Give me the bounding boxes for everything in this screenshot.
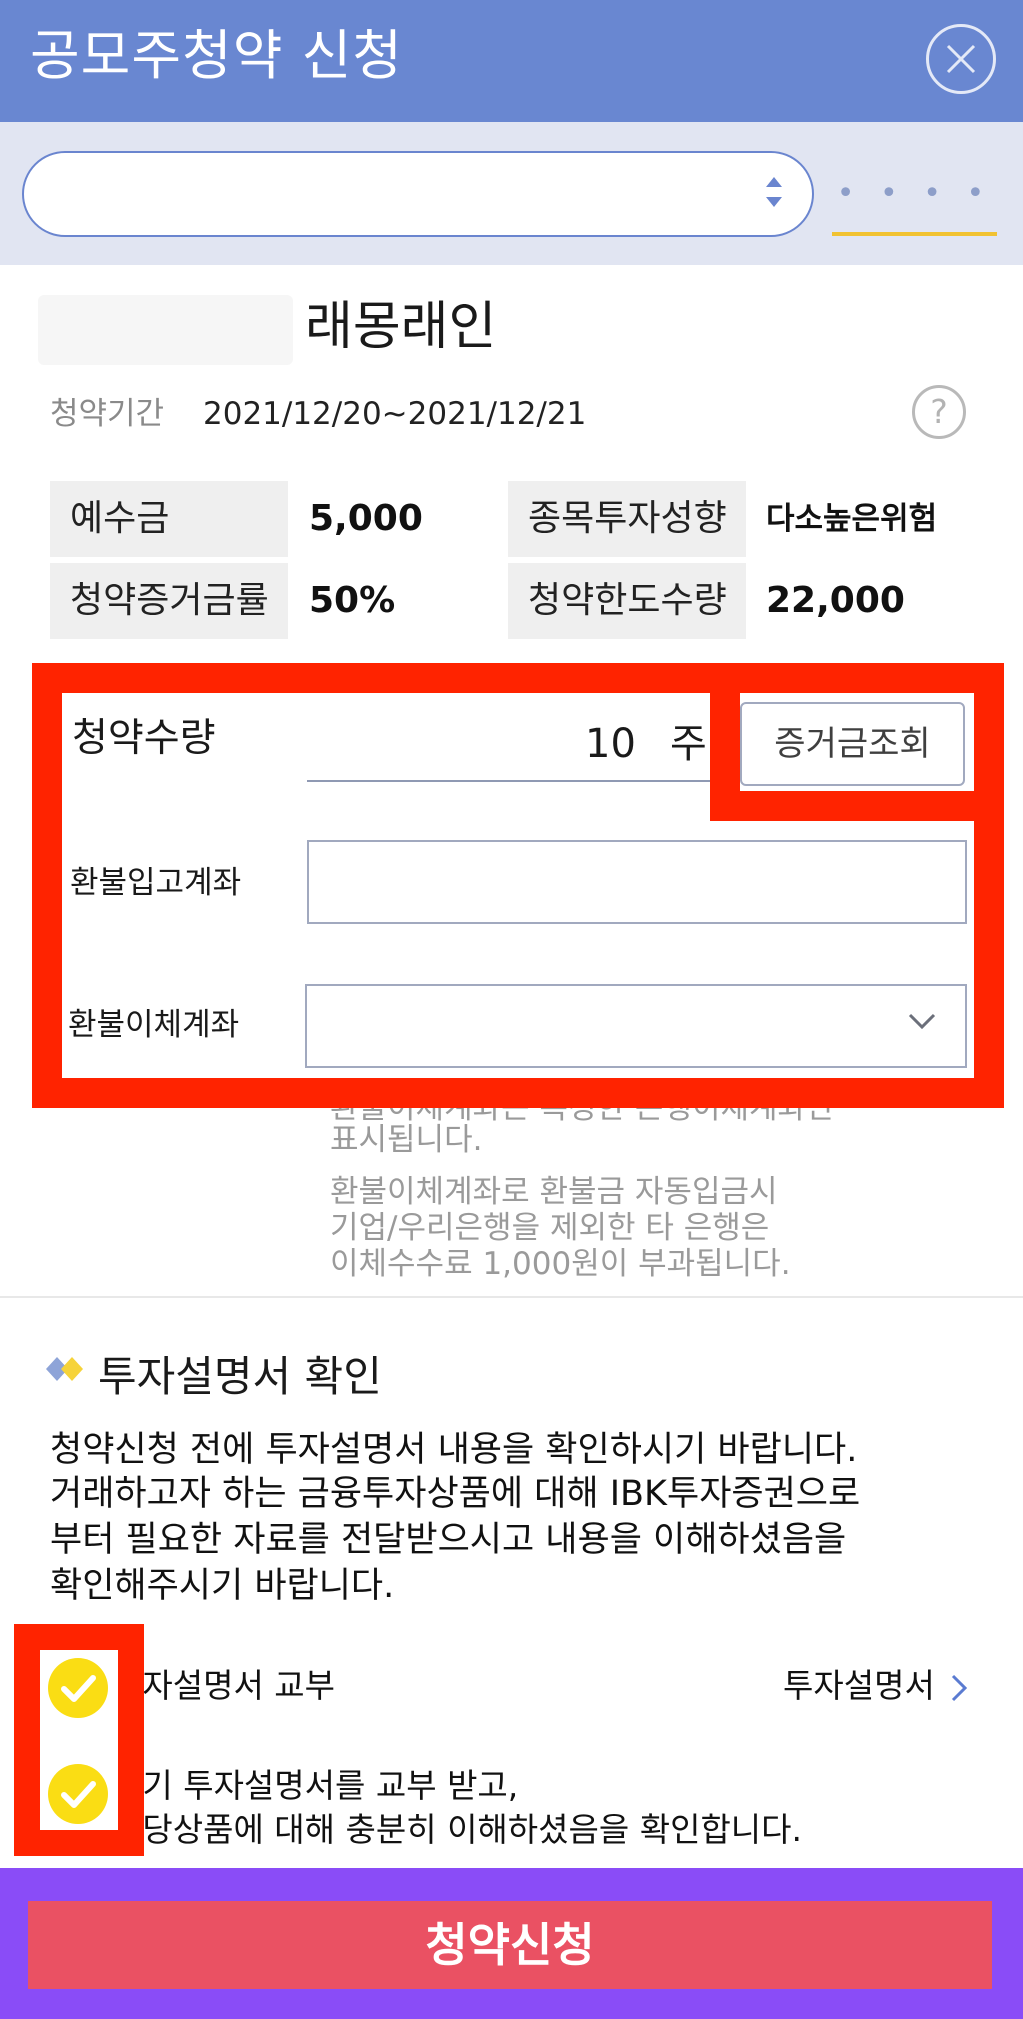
prospectus-body-line: 청약신청 전에 투자설명서 내용을 확인하시기 바랍니다. [50,1430,858,1470]
close-circle-icon [946,44,976,74]
refund-deposit-input[interactable] [307,840,967,924]
submit-subscription-button[interactable]: 청약신청 [28,1901,992,1989]
period-label: 청약기간 [50,396,165,432]
check2-line1: 상기 투자설명서를 교부 받고, [112,1766,519,1805]
checkbox-understood[interactable] [48,1764,108,1824]
quantity-unit: 주 [670,721,707,767]
margin-rate-label: 청약증거금률 [50,563,288,639]
prospectus-body-line: 거래하고자 하는 금융투자상품에 대해 IBK투자증권으로 [50,1474,861,1514]
chevron-right-icon [951,1674,968,1702]
margin-rate-value: 50% [309,580,396,621]
prospectus-body-line: 부터 필요한 자료를 전달받으시고 내용을 이해하셨음을 [50,1520,847,1560]
note-line: 이체수수료 1,000원이 부과됩니다. [330,1246,791,1282]
question-circle-icon[interactable]: ? [912,385,966,439]
check2-line2: 해당상품에 대해 충분히 이해하셨음을 확인합니다. [112,1810,803,1849]
note-line: 기업/우리은행을 제외한 타 은행은 [330,1210,770,1246]
page-title: 공모주청약 신청 [30,24,403,87]
up-down-arrows-icon [766,177,782,207]
diamond-bullet-icon [46,1357,83,1381]
account-tab[interactable]: • • • • [832,160,997,236]
deposit-label: 예수금 [50,481,288,557]
risk-value: 다소높은위험 [766,501,938,537]
limit-label: 청약한도수량 [508,563,746,639]
section-divider [0,1296,1023,1298]
period-value: 2021/12/20~2021/12/21 [203,396,587,432]
quantity-underline [307,780,733,782]
quantity-label: 청약수량 [72,716,216,761]
chevron-down-icon [908,1013,936,1030]
note-line: 표시됩니다. [330,1122,483,1158]
account-tab-label: • • • • [836,176,993,211]
refund-deposit-label: 환불입고계좌 [70,865,242,901]
prospectus-body-line: 확인해주시기 바랍니다. [50,1566,395,1606]
checkbox-received[interactable] [48,1658,108,1718]
account-select[interactable] [22,151,814,237]
quantity-input[interactable]: 10 [585,718,636,770]
stock-name: 래몽래인 [305,297,497,357]
prospectus-title: 투자설명서 확인 [98,1352,382,1401]
check1-label: 투자설명서 교부 [112,1666,336,1705]
stock-code-blurred [38,295,293,365]
refund-transfer-select[interactable] [305,984,967,1068]
check-icon [61,1675,96,1702]
margin-inquiry-button[interactable]: 증거금조회 [740,702,965,786]
close-button[interactable] [926,24,996,94]
check-icon [61,1781,96,1808]
limit-value: 22,000 [766,580,905,621]
deposit-value: 5,000 [309,498,423,539]
prospectus-link[interactable]: 투자설명서 [783,1664,935,1708]
risk-label: 종목투자성향 [508,481,746,557]
note-line: 환불이체계좌로 환불금 자동입금시 [330,1174,778,1210]
refund-transfer-label: 환불이체계좌 [68,1007,240,1043]
